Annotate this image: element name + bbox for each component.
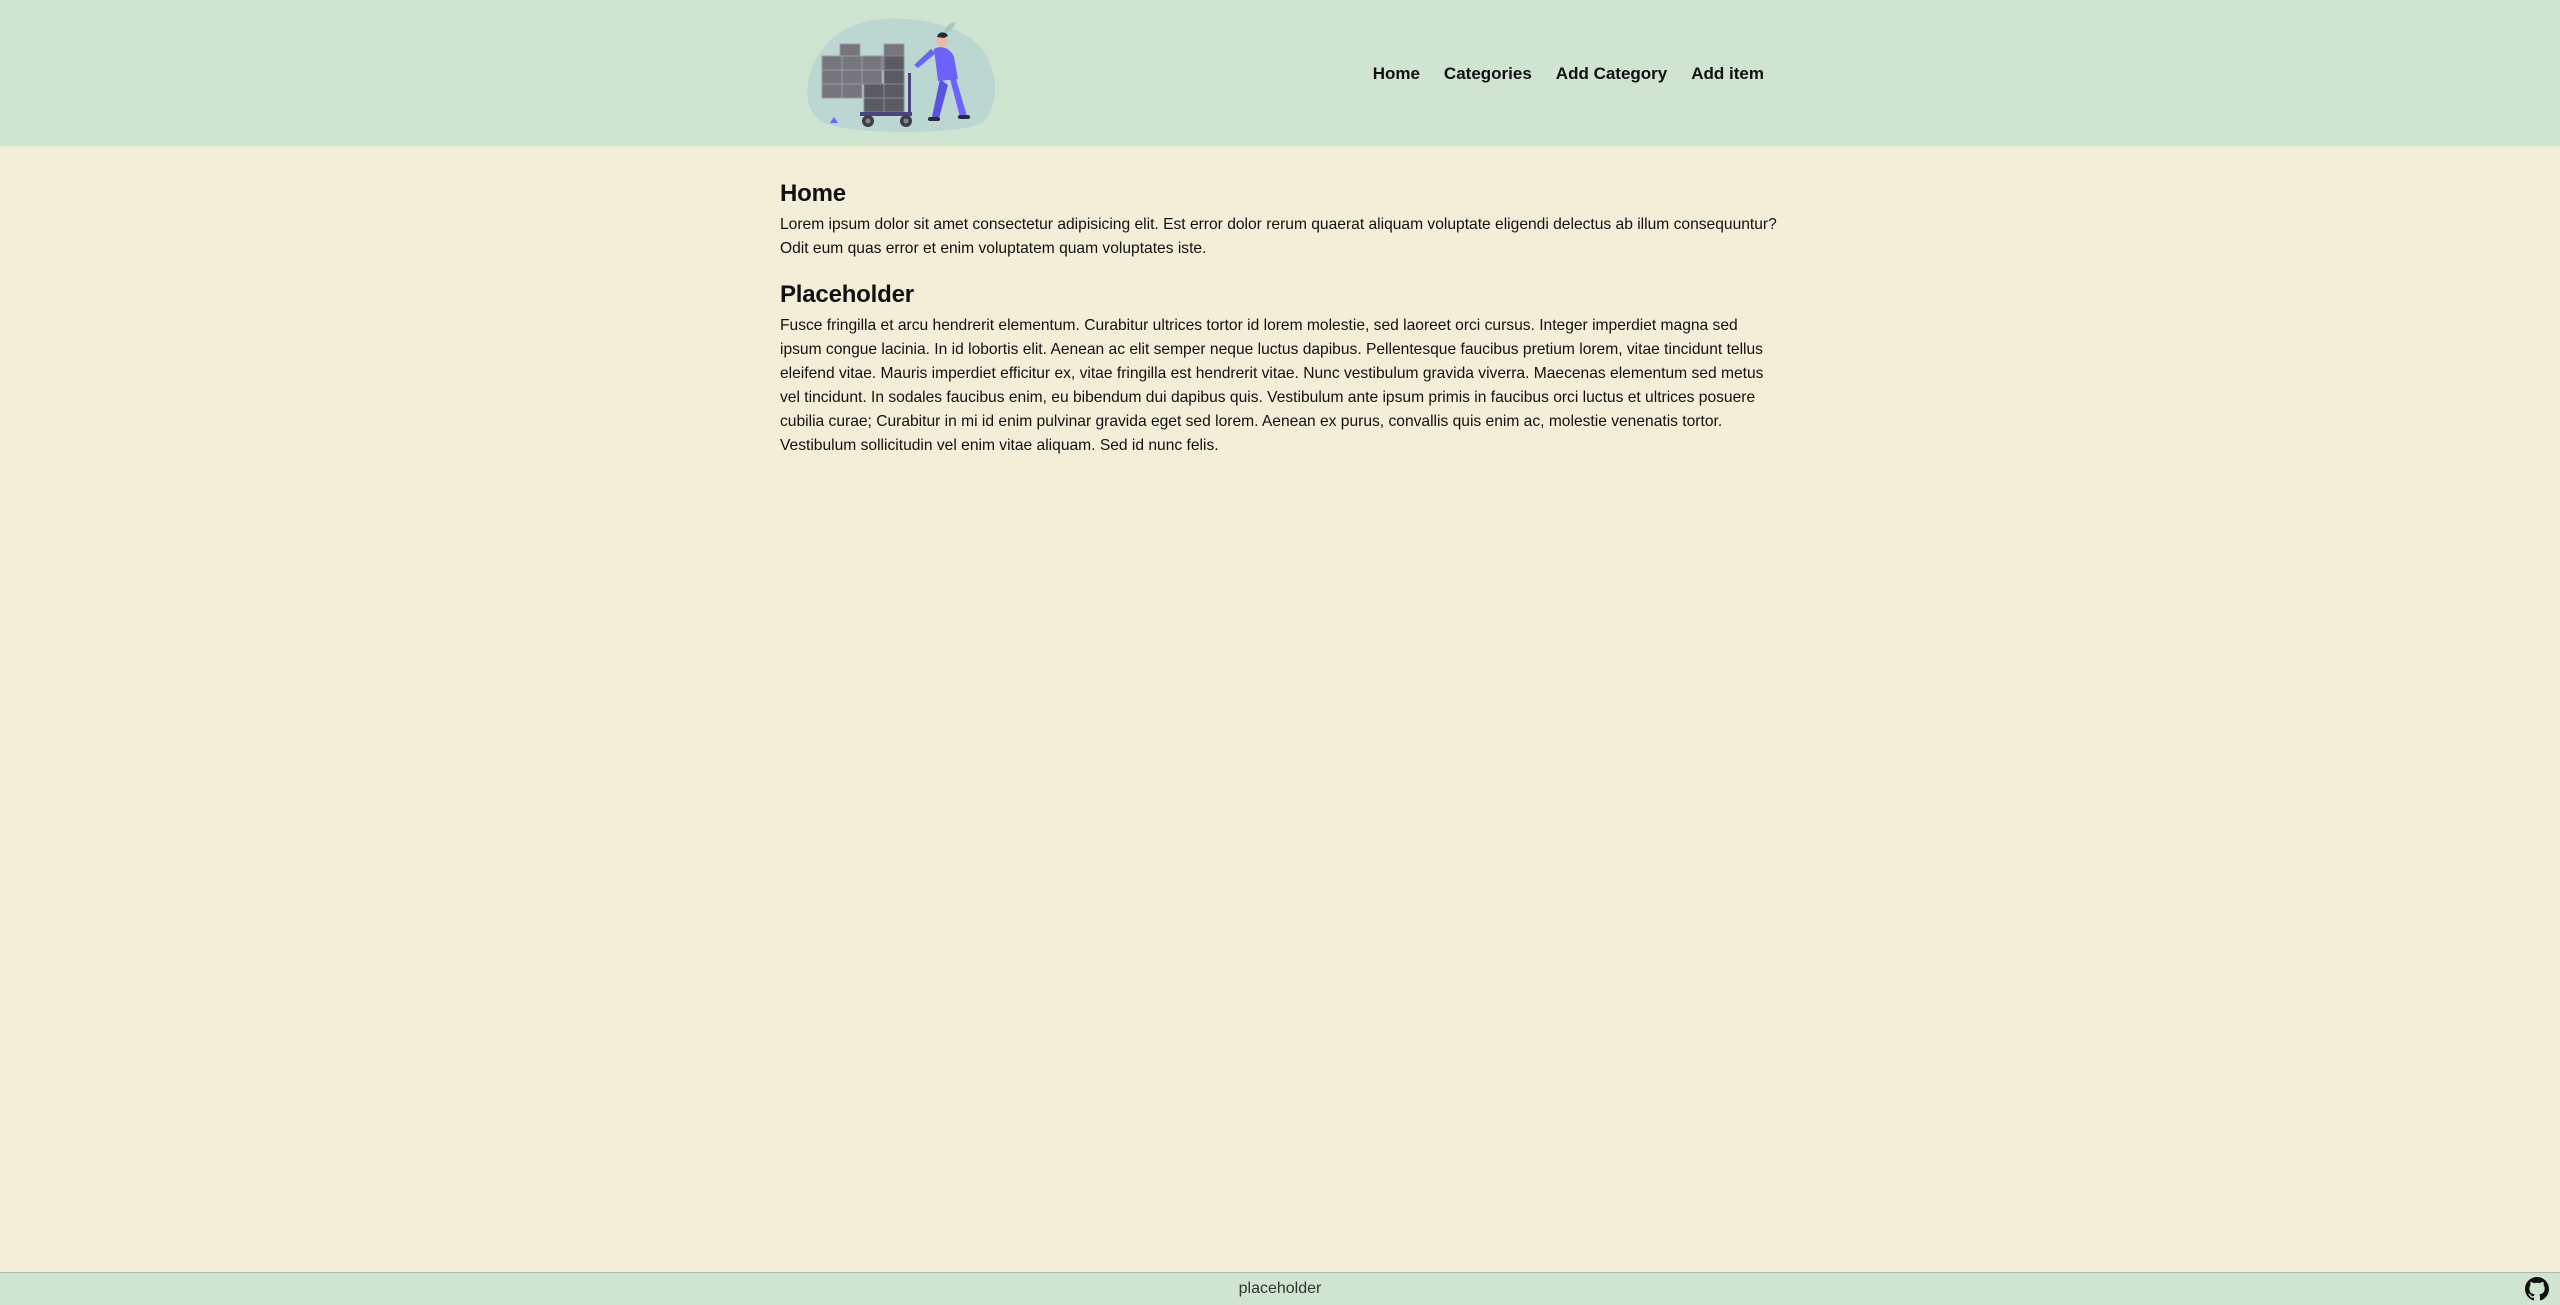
nav-home-link[interactable]: Home (1373, 64, 1420, 84)
main-nav: Home Categories Add Category Add item (1373, 64, 1764, 84)
home-section: Home Lorem ipsum dolor sit amet consecte… (780, 180, 1780, 261)
main-content: Home Lorem ipsum dolor sit amet consecte… (780, 146, 1780, 458)
placeholder-paragraph: Fusce fringilla et arcu hendrerit elemen… (780, 317, 1764, 454)
home-heading: Home (780, 180, 846, 207)
github-icon[interactable] (2525, 1277, 2549, 1301)
placeholder-section: Placeholder Fusce fringilla et arcu hend… (780, 281, 1780, 458)
nav-add-category-link[interactable]: Add Category (1556, 64, 1667, 84)
site-header: Home Categories Add Category Add item (0, 0, 2560, 146)
warehouse-worker-illustration-icon[interactable] (794, 13, 1006, 133)
nav-categories-link[interactable]: Categories (1444, 64, 1532, 84)
site-footer: placeholder (0, 1272, 2560, 1305)
footer-text: placeholder (1238, 1280, 1322, 1297)
nav-add-item-link[interactable]: Add item (1691, 64, 1764, 84)
home-paragraph: Lorem ipsum dolor sit amet consectetur a… (780, 216, 1777, 257)
placeholder-heading: Placeholder (780, 281, 914, 308)
